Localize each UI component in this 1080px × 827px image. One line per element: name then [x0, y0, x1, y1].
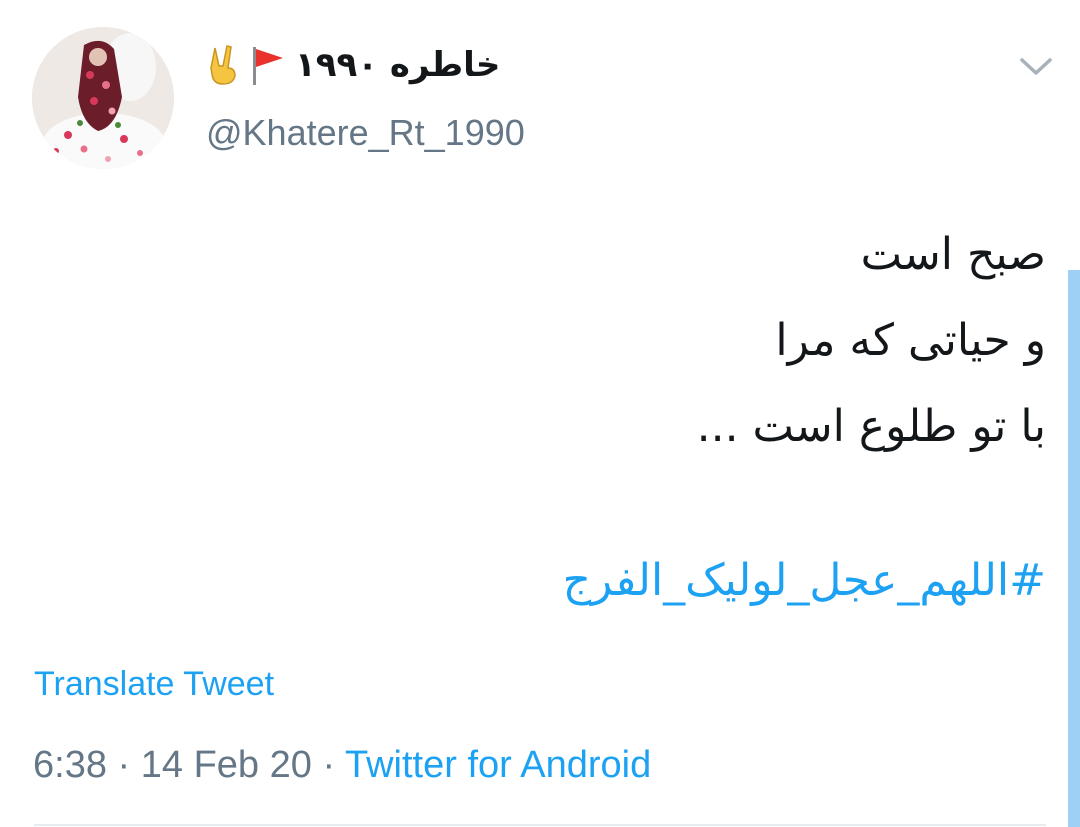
translate-tweet-link[interactable]: Translate Tweet	[34, 665, 274, 704]
triangular-flag-icon	[249, 43, 287, 87]
meta-separator: ·	[106, 744, 141, 786]
tweet-text: صبح است و حیاتی که مرا با تو طلوع است ..…	[46, 212, 1046, 470]
divider	[34, 824, 1046, 826]
tweet-detail-view: خاطره ۱۹۹۰ @Khatere_Rt_1990 صبح است و حی…	[0, 0, 1080, 827]
tweet-time: 6:38	[33, 744, 107, 786]
tweet-text-line: صبح است	[860, 229, 1046, 280]
victory-hand-icon	[205, 44, 241, 86]
user-handle[interactable]: @Khatere_Rt_1990	[206, 112, 525, 154]
tweet-text-line: و حیاتی که مرا	[775, 315, 1046, 366]
avatar[interactable]	[32, 27, 174, 169]
scrollbar[interactable]	[1068, 270, 1080, 827]
display-name: خاطره ۱۹۹۰	[295, 45, 501, 85]
display-name-row[interactable]: خاطره ۱۹۹۰	[205, 40, 500, 90]
tweet-metadata: 6:38 · 14 Feb 20 · Twitter for Android	[33, 744, 651, 787]
hashtag-link[interactable]: #اللهم_عجل_لولیک_الفرج	[563, 555, 1046, 606]
avatar-image	[32, 27, 174, 169]
tweet-date: 14 Feb 20	[140, 744, 312, 786]
tweet-text-line: با تو طلوع است ...	[696, 401, 1046, 452]
meta-separator: ·	[311, 744, 345, 786]
tweet-source-link[interactable]: Twitter for Android	[345, 744, 651, 786]
chevron-down-icon[interactable]	[1018, 54, 1054, 80]
